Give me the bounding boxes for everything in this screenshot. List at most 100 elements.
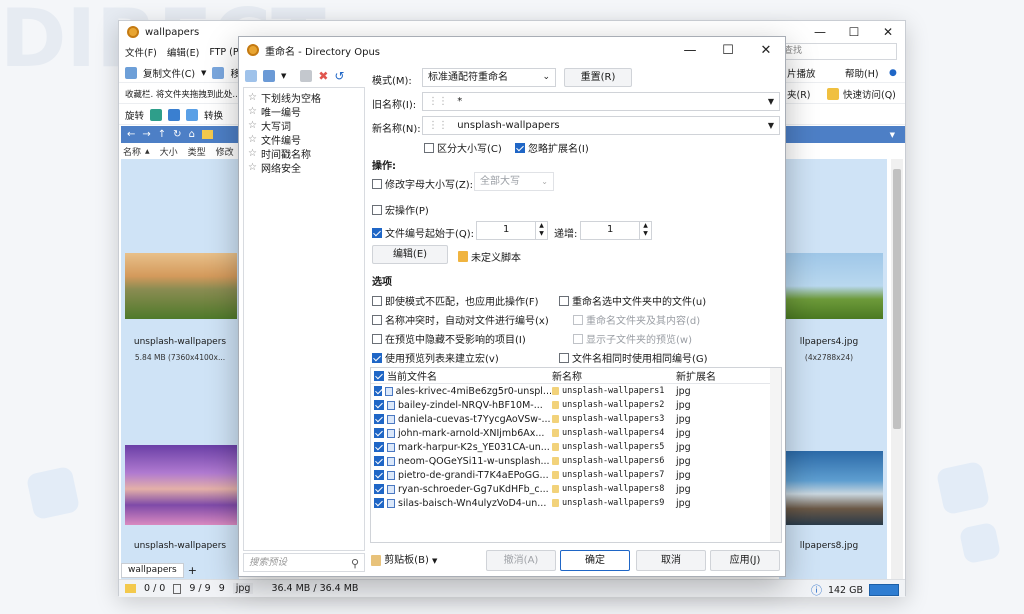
edit-script-button[interactable]: 编辑(E) <box>372 245 448 264</box>
scrollbar-thumb[interactable] <box>893 169 901 429</box>
row-checkbox[interactable] <box>374 456 384 466</box>
row-checkbox[interactable] <box>374 442 384 452</box>
reset-button[interactable]: 重置(R) <box>564 68 632 87</box>
checkbox-box[interactable] <box>515 142 525 153</box>
star-icon[interactable]: ☆ <box>248 148 259 159</box>
select-all-checkbox[interactable] <box>374 370 384 381</box>
old-name-input[interactable]: ⋮⋮ * ▼ <box>422 92 780 111</box>
slideshow-button[interactable]: 片播放 <box>787 66 816 80</box>
rename-preview-list[interactable]: 当前文件名 新名称 新扩展名 ales-krivec-4miBe6zg5r0-u… <box>370 367 782 543</box>
row-checkbox[interactable] <box>374 428 384 438</box>
number-from-checkbox[interactable]: 文件编号起始于(Q): <box>372 225 474 240</box>
checkbox-box[interactable] <box>372 314 382 325</box>
checkbox-box[interactable] <box>372 295 382 306</box>
checkbox-box[interactable] <box>559 352 569 363</box>
preview-row[interactable]: mark-harpur-K2s_YE031CA-un... unsplash-wa… <box>371 440 781 454</box>
preset-search-input[interactable]: 搜索预设 ⚲ <box>243 553 365 572</box>
image-tool-icon[interactable] <box>168 108 181 121</box>
option-rename-folder-contents[interactable]: 重命名文件夹及其内容(d) <box>573 312 700 327</box>
folder-bookmark-button[interactable]: 夹(R) <box>787 87 811 101</box>
save-preset-icon[interactable] <box>263 70 275 82</box>
menu-edit[interactable]: 编辑(E) <box>167 45 199 59</box>
quick-access-button[interactable]: 快速访问(Q) <box>843 87 896 101</box>
new-name-input[interactable]: ⋮⋮ unsplash-wallpapers ▼ <box>422 116 780 135</box>
home-icon[interactable]: ⌂ <box>189 129 195 140</box>
change-case-checkbox[interactable]: 修改字母大小写(Z): <box>372 176 473 191</box>
thumbnail-image[interactable] <box>125 253 237 319</box>
checkbox-box[interactable] <box>573 314 583 325</box>
preview-header-current[interactable]: 当前文件名 <box>371 368 552 383</box>
delete-preset-icon[interactable]: ✖ <box>318 69 328 83</box>
help-button[interactable]: 帮助(H) <box>845 66 879 80</box>
preview-row[interactable]: bailey-zindel-NRQV-hBF10M-... unsplash-wa… <box>371 398 781 412</box>
folder-tab[interactable]: wallpapers <box>121 562 184 578</box>
option-apply-if-no-match[interactable]: 即使模式不匹配，也应用此操作(F) <box>372 293 539 308</box>
dropdown-arrow-icon[interactable]: ▼ <box>768 93 774 110</box>
option-show-subfolder-preview[interactable]: 显示子文件夹的预览(w) <box>573 331 692 346</box>
up-icon[interactable]: ↑ <box>158 129 166 140</box>
info-icon[interactable]: ⓘ <box>811 582 822 598</box>
preset-item[interactable]: ☆ 唯一编号 <box>248 104 360 119</box>
convert-button[interactable]: 转换 <box>204 108 223 122</box>
chevron-down-icon[interactable]: ▼ <box>201 69 206 77</box>
preview-scrollbar[interactable] <box>770 368 781 542</box>
main-scrollbar[interactable] <box>891 159 903 581</box>
column-modified[interactable]: 修改 <box>216 145 234 158</box>
row-checkbox[interactable] <box>374 400 384 410</box>
star-icon[interactable]: ☆ <box>248 92 259 103</box>
preview-row[interactable]: neom-QOGeYSi11-w-unsplash... unsplash-wal… <box>371 454 781 468</box>
copy-files-button[interactable]: 复制文件(C) <box>143 66 195 80</box>
maximize-icon[interactable]: ☐ <box>709 37 747 63</box>
stepper-arrows-icon[interactable]: ▲ ▼ <box>535 222 547 239</box>
close-icon[interactable]: ✕ <box>747 37 785 63</box>
checkbox-box[interactable] <box>372 352 382 363</box>
file-pane-right[interactable]: llpapers4.jpg (4x2788x24) llpapers8.jpg <box>779 159 887 581</box>
cancel-button[interactable]: 取消 <box>636 550 706 571</box>
path-dropdown-icon[interactable]: ▼ <box>890 131 895 139</box>
option-same-number-same-name[interactable]: 文件名相同时使用相同编号(G) <box>559 350 708 365</box>
column-name[interactable]: 名称 <box>123 145 141 158</box>
disk-icon[interactable] <box>300 70 313 82</box>
thumbnail-image[interactable] <box>783 451 883 525</box>
preview-row[interactable]: john-mark-arnold-XNIjmb6Ax... unsplash-wa… <box>371 426 781 440</box>
minimize-icon[interactable]: — <box>803 21 837 43</box>
star-icon[interactable]: ☆ <box>248 162 259 173</box>
increment-stepper[interactable]: 1 ▲ ▼ <box>580 221 652 240</box>
maximize-icon[interactable]: ☐ <box>837 21 871 43</box>
star-icon[interactable]: ☆ <box>248 106 259 117</box>
checkbox-box[interactable] <box>424 142 434 153</box>
number-from-stepper[interactable]: 1 ▲ ▼ <box>476 221 548 240</box>
row-checkbox[interactable] <box>374 484 384 494</box>
row-checkbox[interactable] <box>374 386 382 396</box>
row-checkbox[interactable] <box>374 414 384 424</box>
clipboard-button[interactable]: 剪贴板(B) ▼ <box>370 550 450 571</box>
dropdown-arrow-icon[interactable]: ▼ <box>768 117 774 134</box>
column-size[interactable]: 大小 <box>160 145 178 158</box>
preview-header-ext[interactable]: 新扩展名 <box>676 368 776 383</box>
apply-button[interactable]: 应用(J) <box>710 550 780 571</box>
menu-file[interactable]: 文件(F) <box>125 45 157 59</box>
preview-row[interactable]: ryan-schroeder-Gg7uKdHFb_c... unsplash-wa… <box>371 482 781 496</box>
mode-select[interactable]: 标准通配符重命名 ⌄ <box>422 68 556 87</box>
column-type[interactable]: 类型 <box>188 145 206 158</box>
row-checkbox[interactable] <box>374 470 384 480</box>
change-case-select[interactable]: 全部大写 ⌄ <box>474 172 554 191</box>
option-use-preview-macro[interactable]: 使用预览列表来建立宏(v) <box>372 350 499 365</box>
preview-row[interactable]: silas-baisch-Wn4ulyzVoD4-un... unsplash-w… <box>371 496 781 510</box>
preview-row[interactable]: daniela-cuevas-t7YycgAoVSw-... unsplash-w… <box>371 412 781 426</box>
option-auto-number-conflicts[interactable]: 名称冲突时，自动对文件进行编号(x) <box>372 312 549 327</box>
row-checkbox[interactable] <box>374 498 384 508</box>
checkbox-box[interactable] <box>372 204 382 215</box>
ignore-extension-checkbox[interactable]: 忽略扩展名(I) <box>515 140 589 155</box>
chevron-down-icon[interactable]: ▼ <box>281 72 286 80</box>
revert-icon[interactable]: ↺ <box>334 69 344 83</box>
checkbox-box[interactable] <box>372 178 382 189</box>
new-preset-icon[interactable] <box>245 70 257 82</box>
close-icon[interactable]: ✕ <box>871 21 905 43</box>
search-icon[interactable]: ⚲ <box>351 555 359 572</box>
forward-icon[interactable]: → <box>142 129 150 140</box>
stepper-arrows-icon[interactable]: ▲ ▼ <box>639 222 651 239</box>
back-icon[interactable]: ← <box>127 129 135 140</box>
checkbox-box[interactable] <box>372 333 382 344</box>
star-icon[interactable]: ☆ <box>248 134 259 145</box>
